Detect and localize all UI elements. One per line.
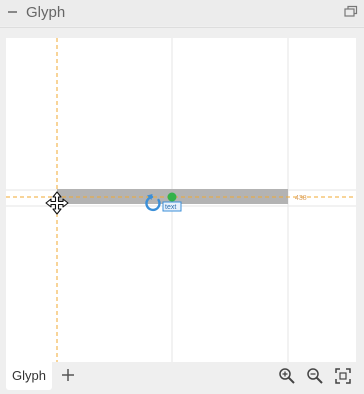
guide-label: 438 bbox=[295, 195, 307, 202]
text-box-label: text bbox=[165, 204, 176, 211]
panel-header: Glyph bbox=[0, 0, 364, 26]
glyph-canvas[interactable]: 438 text bbox=[6, 38, 356, 362]
window-restore-icon[interactable] bbox=[344, 5, 358, 18]
zoom-in-icon[interactable] bbox=[278, 367, 296, 385]
tab-glyph[interactable]: Glyph bbox=[6, 362, 52, 390]
plus-icon[interactable] bbox=[60, 367, 76, 383]
minus-icon bbox=[8, 11, 17, 13]
anchor-point[interactable] bbox=[167, 192, 177, 202]
zoom-out-icon[interactable] bbox=[306, 367, 324, 385]
fit-to-screen-icon[interactable] bbox=[334, 367, 352, 385]
text-box[interactable]: text bbox=[162, 201, 182, 212]
header-divider bbox=[0, 27, 364, 28]
bottom-toolbar: Glyph bbox=[0, 362, 364, 394]
panel-title: Glyph bbox=[26, 4, 66, 21]
collapse-button[interactable] bbox=[4, 4, 22, 22]
